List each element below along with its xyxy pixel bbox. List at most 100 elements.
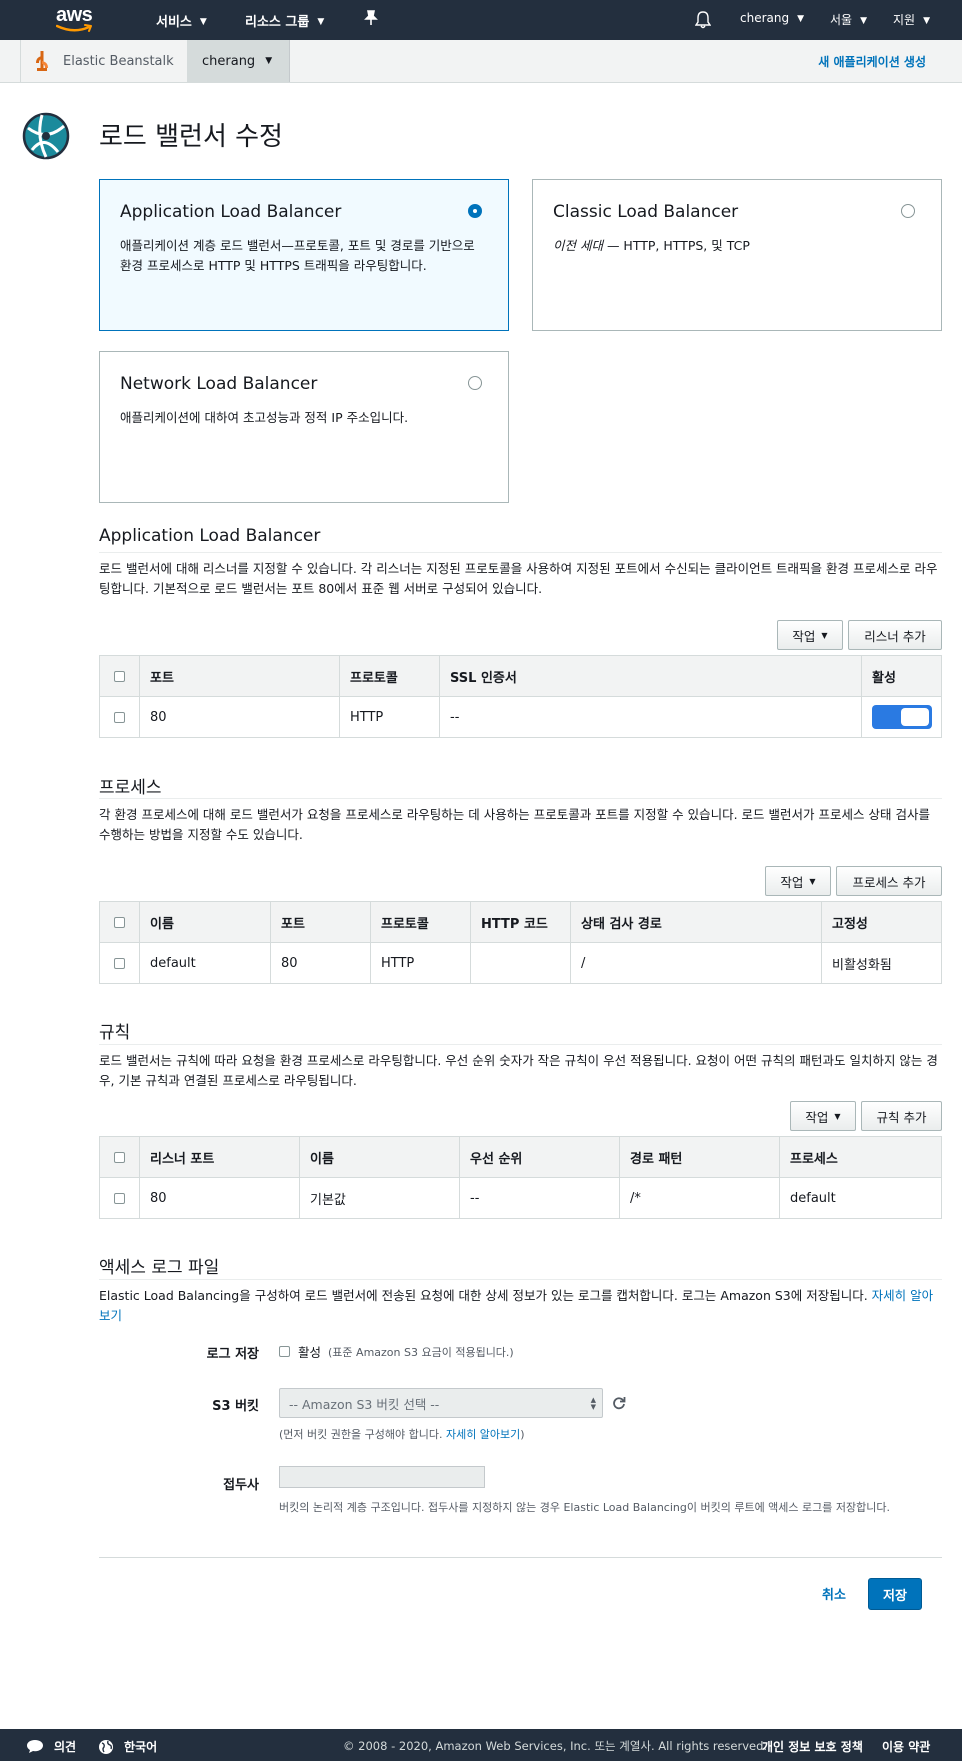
top-nav: aws 서비스 ▼ 리소스 그룹 ▼ cherang ▼ 서울 ▼ 지원 ▼ (0, 0, 962, 40)
lb-option-title: Classic Load Balancer (553, 202, 739, 222)
table-row[interactable]: 80 기본값 -- /* default (99, 1177, 942, 1219)
terms-link[interactable]: 이용 약관 (882, 1738, 930, 1755)
enable-logs-checkbox[interactable] (279, 1346, 290, 1357)
rules-section-title: 규칙 (99, 1023, 131, 1043)
listeners-actions-button[interactable]: 작업 ▼ (777, 620, 843, 650)
listener-port: 80 (139, 696, 340, 738)
services-label: 서비스 (156, 15, 192, 30)
privacy-link[interactable]: 개인 정보 보호 정책 (762, 1738, 863, 1755)
region-menu[interactable]: 서울 ▼ (830, 11, 867, 28)
s3-bucket-label: S3 버킷 (212, 1399, 259, 1414)
cancel-button[interactable]: 취소 (822, 1584, 846, 1603)
listener-enabled-toggle[interactable] (872, 705, 932, 729)
elastic-beanstalk-icon (36, 51, 48, 71)
radio-unselected-icon[interactable] (901, 204, 915, 218)
form-divider (99, 1557, 942, 1558)
column-header[interactable]: 프로세스 (779, 1136, 942, 1178)
column-header[interactable]: 프로토콜 (370, 901, 471, 943)
enable-logs-label[interactable]: 활성 (298, 1342, 321, 1361)
speech-bubble-icon (27, 1740, 43, 1753)
pin-icon[interactable] (364, 10, 378, 26)
rules-actions-button[interactable]: 작업 ▼ (790, 1101, 856, 1131)
add-process-button[interactable]: 프로세스 추가 (836, 866, 942, 896)
row-checkbox[interactable] (114, 957, 125, 969)
bell-icon[interactable] (695, 11, 711, 29)
load-balancer-globe-icon (22, 112, 70, 160)
row-select-cell (99, 696, 140, 738)
feedback-label: 의견 (54, 1740, 77, 1754)
enable-logs-hint: (표준 Amazon S3 요금이 적용됩니다.) (328, 1345, 514, 1359)
process-stickiness: 비활성화됨 (821, 942, 942, 984)
processes-section-title: 프로세스 (99, 778, 162, 798)
column-header[interactable]: 이름 (299, 1136, 460, 1178)
environment-name: cherang (202, 53, 256, 69)
refresh-icon[interactable] (612, 1396, 626, 1410)
row-checkbox[interactable] (114, 711, 125, 723)
prefix-input[interactable] (279, 1466, 485, 1488)
lb-option-application[interactable]: Application Load Balancer 애플리케이션 계층 로드 밸… (99, 179, 509, 331)
table-row[interactable]: 80 HTTP -- (99, 696, 942, 738)
user-menu[interactable]: cherang ▼ (740, 11, 804, 25)
add-listener-button[interactable]: 리스너 추가 (848, 620, 942, 650)
select-all-checkbox[interactable] (114, 670, 125, 682)
column-header[interactable]: 경로 패턴 (619, 1136, 780, 1178)
select-arrows-icon: ▲ ▼ (590, 1396, 596, 1411)
process-health-path: / (570, 942, 822, 984)
actions-label: 작업 (780, 874, 804, 890)
select-all-checkbox[interactable] (114, 916, 125, 928)
lb-option-network[interactable]: Network Load Balancer 애플리케이션에 대하여 초고성능과 … (99, 351, 509, 503)
actions-label: 작업 (805, 1109, 829, 1125)
column-header[interactable]: 이름 (139, 901, 271, 943)
feedback-link[interactable]: 의견 (26, 1738, 76, 1755)
support-menu[interactable]: 지원 ▼ (893, 11, 930, 28)
column-header[interactable]: 리스너 포트 (139, 1136, 300, 1178)
chevron-down-icon: ▼ (199, 16, 207, 27)
footer: 의견 한국어 © 2008 - 2020, Amazon Web Service… (0, 1729, 962, 1761)
table-row[interactable]: default 80 HTTP / 비활성화됨 (99, 942, 942, 984)
row-checkbox[interactable] (114, 1192, 125, 1204)
processes-actions-button[interactable]: 작업 ▼ (765, 866, 831, 896)
aws-logo-text: aws (56, 4, 93, 26)
column-header[interactable]: 포트 (270, 901, 371, 943)
aws-logo[interactable]: aws (56, 5, 106, 35)
radio-unselected-icon[interactable] (468, 376, 482, 390)
caret-down-icon: ▼ (834, 1111, 841, 1121)
create-application-link[interactable]: 새 애플리케이션 생성 (818, 53, 926, 70)
caret-down-icon: ▼ (821, 630, 828, 640)
bucket-learn-more-link[interactable]: 자세히 알아보기 (446, 1428, 520, 1441)
column-header[interactable]: 활성 (861, 655, 942, 697)
support-label: 지원 (893, 13, 916, 27)
chevron-down-icon: ▼ (860, 15, 868, 26)
log-store-label: 로그 저장 (206, 1347, 259, 1362)
radio-selected-icon[interactable] (468, 204, 482, 218)
add-rule-button[interactable]: 규칙 추가 (861, 1101, 942, 1131)
column-header[interactable]: 우선 순위 (459, 1136, 620, 1178)
column-header[interactable]: HTTP 코드 (470, 901, 571, 943)
globe-icon (99, 1739, 113, 1754)
chevron-down-icon: ▼ (923, 15, 931, 26)
save-button[interactable]: 저장 (868, 1578, 922, 1610)
column-header[interactable]: 포트 (139, 655, 340, 697)
protocols-text: — HTTP, HTTPS, 및 TCP (602, 238, 750, 253)
row-select-cell (99, 1177, 140, 1219)
select-all-cell (99, 901, 140, 943)
lb-option-description: 애플리케이션 계층 로드 밸런서—프로토콜, 포트 및 경로를 기반으로 환경 … (120, 238, 475, 273)
column-header[interactable]: 프로토콜 (339, 655, 440, 697)
chevron-down-icon: ▼ (797, 14, 805, 24)
s3-bucket-hint: (먼저 버킷 권한을 구성해야 합니다. 자세히 알아보기) (279, 1426, 525, 1442)
language-selector[interactable]: 한국어 (98, 1738, 157, 1755)
rules-section-desc: 로드 밸런서는 규칙에 따라 요청을 환경 프로세스로 라우팅합니다. 우선 순… (99, 1044, 942, 1091)
lb-option-classic[interactable]: Classic Load Balancer 이전 세대 — HTTP, HTTP… (532, 179, 942, 331)
access-logs-section-title: 액세스 로그 파일 (99, 1258, 220, 1278)
services-menu[interactable]: 서비스 ▼ (156, 11, 207, 30)
select-all-checkbox[interactable] (114, 1151, 125, 1163)
s3-bucket-select[interactable]: -- Amazon S3 버킷 선택 -- ▲ ▼ (279, 1388, 603, 1418)
service-header: Elastic Beanstalk cherang ▼ 새 애플리케이션 생성 (0, 40, 962, 83)
listener-enabled-cell (861, 696, 942, 738)
environment-selector[interactable]: cherang ▼ (188, 40, 290, 82)
resource-groups-menu[interactable]: 리소스 그룹 ▼ (245, 11, 324, 30)
column-header[interactable]: SSL 인증서 (439, 655, 862, 697)
column-header[interactable]: 상태 검사 경로 (570, 901, 822, 943)
column-header[interactable]: 고정성 (821, 901, 942, 943)
breadcrumb-service[interactable]: Elastic Beanstalk (20, 40, 188, 82)
